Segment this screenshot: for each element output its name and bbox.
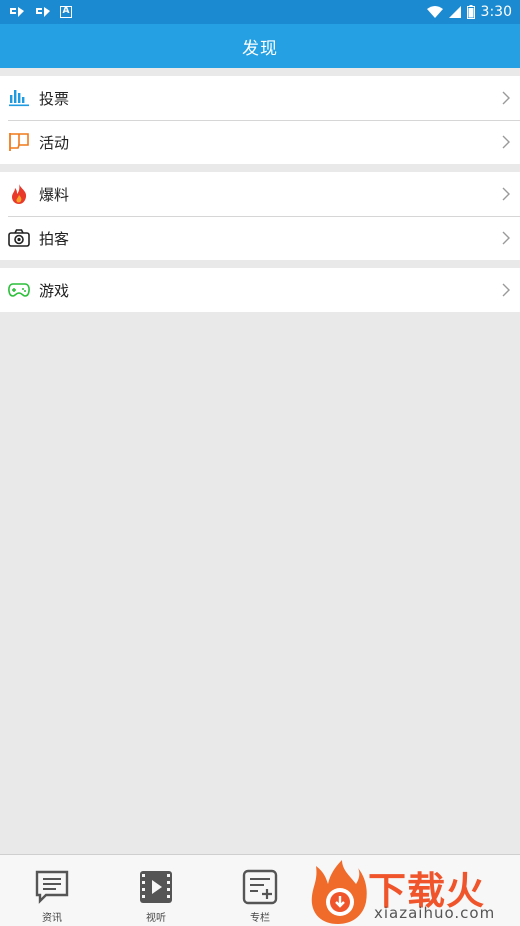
notification-app-icon [10, 7, 24, 17]
app-bar: 发现 [0, 24, 520, 68]
menu-item-activity[interactable]: 活动 [0, 120, 520, 164]
tab-label: 专栏 [250, 913, 270, 924]
fire-logo-icon [311, 860, 367, 924]
menu-group: 投票 活动 [0, 76, 520, 164]
wifi-icon [426, 6, 443, 18]
status-notifications: A [8, 5, 72, 19]
chevron-right-icon [502, 283, 510, 297]
video-icon [140, 871, 172, 903]
news-icon [35, 870, 69, 904]
menu-item-label: 拍客 [39, 229, 70, 248]
menu-item-games[interactable]: 游戏 [0, 268, 520, 312]
chevron-right-icon [502, 91, 510, 105]
menu-item-label: 游戏 [39, 281, 70, 300]
status-system: 3:30 [426, 4, 512, 20]
menu-item-tipoff[interactable]: 爆料 [0, 172, 520, 216]
menu-item-label: 爆料 [39, 185, 70, 204]
status-bar: A 3:30 [0, 0, 520, 24]
menu-group: 爆料 拍客 [0, 172, 520, 260]
chevron-right-icon [502, 135, 510, 149]
page-title: 发现 [242, 38, 278, 59]
chevron-right-icon [502, 231, 510, 245]
notification-app-icon [36, 7, 50, 17]
menu-item-vote[interactable]: 投票 [0, 76, 520, 120]
discover-list: 投票 活动 爆料 拍客 游戏 [0, 68, 520, 312]
menu-group: 游戏 [0, 268, 520, 312]
notification-letter-icon: A [60, 6, 72, 18]
menu-item-label: 活动 [39, 133, 70, 152]
signal-icon [448, 6, 461, 18]
tab-news[interactable]: 资讯 [0, 855, 104, 926]
battery-icon [466, 5, 475, 19]
watermark-logo: 下载火 xiazaihuo.com [306, 856, 520, 926]
column-icon [242, 869, 278, 905]
tab-label: 视听 [146, 913, 166, 924]
camera-icon [8, 227, 30, 249]
bar-chart-icon [8, 87, 30, 109]
clock: 3:30 [480, 4, 512, 20]
flag-icon [8, 131, 30, 153]
menu-item-label: 投票 [39, 89, 70, 108]
tab-label: 资讯 [42, 913, 62, 924]
chevron-right-icon [502, 187, 510, 201]
gamepad-icon [8, 279, 30, 301]
tab-column[interactable]: 专栏 [208, 855, 312, 926]
menu-item-photographer[interactable]: 拍客 [0, 216, 520, 260]
watermark-domain: xiazaihuo.com [374, 904, 496, 922]
tab-video[interactable]: 视听 [104, 855, 208, 926]
fire-icon [8, 183, 30, 205]
